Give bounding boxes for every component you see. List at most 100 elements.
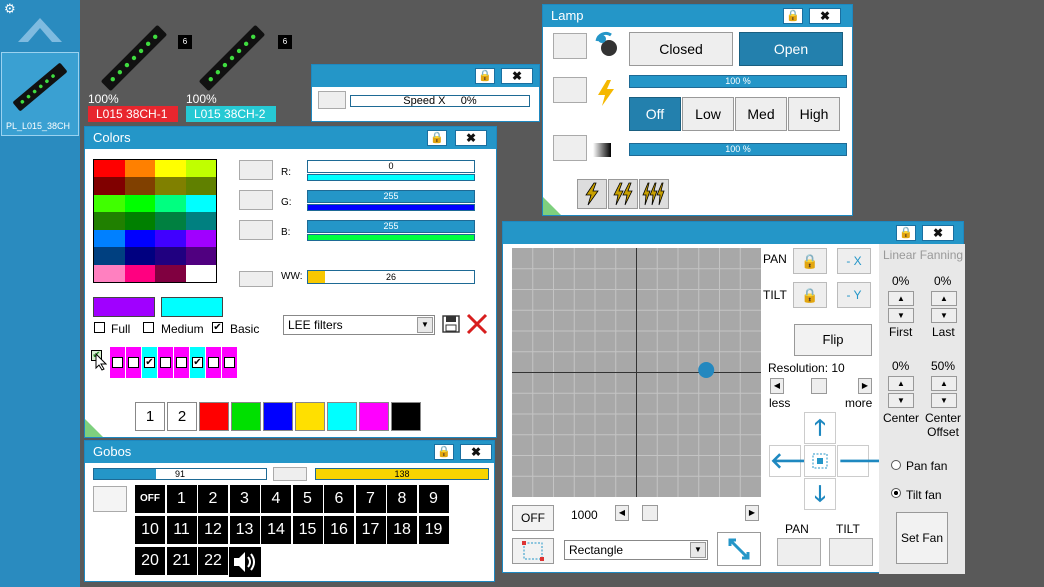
gobo-19-button[interactable]: 19 xyxy=(418,516,449,544)
strobe-slow-button[interactable] xyxy=(577,179,607,209)
white-channel-button[interactable] xyxy=(239,271,273,287)
power-med-button[interactable]: Med xyxy=(735,97,787,131)
gobo-12-button[interactable]: 12 xyxy=(198,516,228,544)
cell-checkbox[interactable] xyxy=(160,357,171,368)
gobo-select-button[interactable] xyxy=(93,486,127,512)
gobo-9-button[interactable]: 9 xyxy=(418,485,449,513)
blue-channel-button[interactable] xyxy=(239,220,273,240)
position-handle[interactable] xyxy=(698,362,715,379)
palette-color[interactable] xyxy=(185,247,216,265)
lock-icon[interactable]: 🔒 xyxy=(427,130,447,146)
shape-dropdown[interactable]: Rectangle ▼ xyxy=(564,540,708,560)
palette-color[interactable] xyxy=(124,247,155,265)
medium-mode-checkbox[interactable] xyxy=(143,322,154,333)
green-value-bar[interactable]: 255 xyxy=(307,190,475,203)
cell-selector[interactable] xyxy=(110,347,125,378)
first-up-button[interactable]: ▲ xyxy=(888,291,914,306)
invert-x-button[interactable]: - X xyxy=(837,248,871,274)
fixture-tile-selected[interactable]: PL_L015_38CH xyxy=(1,52,79,136)
gobo-rotation-bar[interactable]: 138 xyxy=(315,468,489,480)
filter-dropdown[interactable]: LEE filters ▼ xyxy=(283,315,435,335)
lock-icon[interactable]: 🔒 xyxy=(475,68,495,84)
cell-selector[interactable] xyxy=(206,347,221,378)
preset-color-button[interactable] xyxy=(199,402,229,431)
cell-selector[interactable]: ✔ xyxy=(190,347,205,378)
closed-button[interactable]: Closed xyxy=(629,32,733,66)
gobo-3-button[interactable]: 3 xyxy=(229,485,260,513)
preset-color-button[interactable] xyxy=(359,402,389,431)
arrow-up-button[interactable]: 🡑 xyxy=(804,412,836,444)
palette-color[interactable] xyxy=(155,247,186,265)
palette-color[interactable] xyxy=(185,229,216,248)
pan-fan-button[interactable] xyxy=(777,538,821,566)
palette-color[interactable] xyxy=(124,229,155,248)
fixture-1[interactable]: 6 100% L015 38CH-1 xyxy=(88,18,192,122)
gobo-4-button[interactable]: 4 xyxy=(261,485,291,513)
gobo-8-button[interactable]: 8 xyxy=(387,485,417,513)
lamp-power-button[interactable] xyxy=(553,77,587,103)
first-down-button[interactable]: ▼ xyxy=(888,308,914,323)
palette-color[interactable] xyxy=(185,212,216,230)
gobo-16-button[interactable]: 16 xyxy=(324,516,354,544)
dimmer-button[interactable] xyxy=(553,135,587,161)
color-palette[interactable] xyxy=(93,159,217,283)
center-up-button[interactable]: ▲ xyxy=(888,376,914,391)
speed-slider-thumb[interactable] xyxy=(642,505,658,521)
palette-color[interactable] xyxy=(155,194,186,213)
resolution-more-button[interactable]: ▶ xyxy=(858,378,872,394)
resolution-less-button[interactable]: ◀ xyxy=(770,378,784,394)
red-value-bar[interactable]: 0 xyxy=(307,160,475,173)
palette-color[interactable] xyxy=(155,264,186,282)
run-shape-button[interactable] xyxy=(717,532,761,566)
speed-left-button[interactable]: ◀ xyxy=(615,505,629,521)
palette-color[interactable] xyxy=(124,264,155,282)
speaker-icon[interactable] xyxy=(229,547,261,577)
palette-color[interactable] xyxy=(155,177,186,195)
arrow-left-button[interactable]: 🡐 xyxy=(769,445,829,477)
save-icon[interactable] xyxy=(441,314,461,334)
invert-y-button[interactable]: - Y xyxy=(837,282,871,308)
palette-color[interactable] xyxy=(155,212,186,230)
flip-button[interactable]: Flip xyxy=(794,324,872,356)
gobo-1-button[interactable]: 1 xyxy=(166,485,197,513)
palette-color[interactable] xyxy=(124,160,155,178)
offset-down-button[interactable]: ▼ xyxy=(931,393,957,408)
cell-checkbox[interactable] xyxy=(128,357,139,368)
blue-value-bar[interactable]: 255 xyxy=(307,220,475,233)
last-down-button[interactable]: ▼ xyxy=(931,308,957,323)
gobo-18-button[interactable]: 18 xyxy=(387,516,417,544)
palette-color[interactable] xyxy=(155,160,186,178)
strobe-medium-button[interactable] xyxy=(608,179,638,209)
cell-checkbox[interactable] xyxy=(224,357,235,368)
close-button[interactable]: ✖ xyxy=(809,8,841,24)
palette-color[interactable] xyxy=(124,177,155,195)
gobo-21-button[interactable]: 21 xyxy=(166,547,197,575)
palette-color[interactable] xyxy=(94,264,125,282)
preset-color-button[interactable] xyxy=(295,402,325,431)
cell-checkbox[interactable] xyxy=(112,357,123,368)
palette-color[interactable] xyxy=(124,194,155,213)
gobo-wheel-bar[interactable]: 91 xyxy=(93,468,267,480)
gobo-13-button[interactable]: 13 xyxy=(229,516,260,544)
close-button[interactable]: ✖ xyxy=(460,444,492,460)
fixture-2[interactable]: 6 100% L015 38CH-2 xyxy=(186,18,292,122)
resolution-slider-thumb[interactable] xyxy=(811,378,827,394)
tilt-lock-button[interactable]: 🔒 xyxy=(793,282,827,308)
palette-color[interactable] xyxy=(155,229,186,248)
set-fan-button[interactable]: Set Fan xyxy=(896,512,948,564)
lamp-shutter-button[interactable] xyxy=(553,33,587,59)
cell-selector[interactable] xyxy=(222,347,237,378)
gobo-22-button[interactable]: 22 xyxy=(198,547,228,575)
preset-2-button[interactable]: 2 xyxy=(167,402,197,431)
power-off-button[interactable]: Off xyxy=(629,97,681,131)
gobo-6-button[interactable]: 6 xyxy=(324,485,354,513)
cell-selector[interactable]: ✔ xyxy=(142,347,157,378)
gobo-14-button[interactable]: 14 xyxy=(261,516,291,544)
palette-color[interactable] xyxy=(185,194,216,213)
palette-color[interactable] xyxy=(124,212,155,230)
white-value-bar[interactable]: 26 xyxy=(307,270,475,284)
resize-corner-icon[interactable] xyxy=(543,197,561,215)
palette-color[interactable] xyxy=(94,177,125,195)
chevron-up-icon[interactable] xyxy=(16,10,64,46)
palette-color[interactable] xyxy=(94,194,125,213)
